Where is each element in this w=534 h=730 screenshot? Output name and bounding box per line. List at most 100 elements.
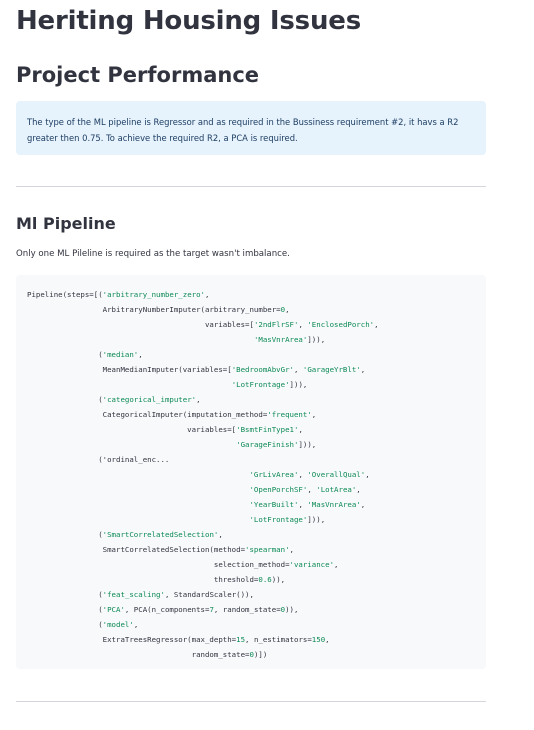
code-string: 'MasVnrArea' [307,500,361,509]
code-string: 'frequent' [267,410,312,419]
code-text: ])), [307,335,326,344]
code-line: ('median', [27,347,486,362]
code-text: ( [27,350,103,359]
code-line: ExtraTreesRegressor(max_depth=15, n_esti… [27,632,486,647]
code-text: , [365,470,370,479]
code-line: variables=['BsmtFinType1', [27,422,486,437]
divider [16,186,486,187]
code-line: ('ordinal_enc... [27,452,486,467]
code-number: 0.6 [258,575,272,584]
code-text: , [360,500,366,509]
code-string: 'BsmtFinType1' [236,425,299,434]
code-string: 'OpenPorchSF' [249,485,308,494]
code-text: ( [27,530,103,539]
code-string: 'LotFrontage' [249,515,308,524]
code-string: 'variance' [289,560,335,569]
code-text: , [293,365,303,374]
code-text: )), [271,575,286,584]
code-string: 'GrLivArea' [249,470,299,479]
code-text: , [133,620,139,629]
code-text: CategoricalImputer(imputation_method= [27,410,268,419]
code-text: ( [27,395,103,404]
code-text: , [334,560,339,569]
code-text: , [311,410,317,419]
code-line: threshold=0.6)), [27,572,486,587]
code-line: 'YearBuilt', 'MasVnrArea', [27,497,486,512]
code-text: , [325,635,330,644]
code-number: 150 [311,635,326,644]
code-text: ExtraTreesRegressor(max_depth= [27,635,237,644]
code-string: 'OverallQual' [307,470,366,479]
code-string: 'EnclosedPorch' [307,320,375,329]
code-text: , [218,530,223,539]
code-line: 'LotFrontage'])), [27,377,486,392]
code-line: MeanMedianImputer(variables=['BedroomAbv… [27,362,486,377]
pipeline-heading: Ml Pipeline [16,214,116,233]
code-text: MeanMedianImputer(variables=[ [27,365,232,374]
code-text: , [374,320,379,329]
code-text: , random_state= [213,605,281,614]
code-line: ('PCA', PCA(n_components=7, random_state… [27,602,486,617]
code-string: '2ndFlrSF' [253,320,299,329]
code-line: 'GrLivArea', 'OverallQual', [27,467,486,482]
code-string: 'model' [102,620,134,629]
code-text: , [298,470,308,479]
code-line: ('categorical_imputer', [27,392,486,407]
code-line: ('model', [27,617,486,632]
code-text: selection_method= [27,560,290,569]
code-line: CategoricalImputer(imputation_method='fr… [27,407,486,422]
code-text: variables=[ [27,320,254,329]
code-string: 'SmartCorrelatedSelection' [102,530,219,539]
code-line: ArbitraryNumberImputer(arbitrary_number=… [27,302,486,317]
code-text: , [196,395,201,404]
code-text: , [298,425,303,434]
code-text: , [289,545,294,554]
code-string: 'LotFrontage' [231,380,290,389]
code-string: 'BedroomAbvGr' [231,365,294,374]
code-string: 'MasVnrArea' [253,335,308,344]
code-text: , [298,500,308,509]
code-string: 'GarageYrBlt' [302,365,361,374]
code-text: SmartCorrelatedSelection(method= [27,545,246,554]
code-text: ('ordinal_enc... [27,455,170,464]
code-string: 'PCA' [102,605,125,614]
divider [16,701,486,702]
code-text: , n_estimators= [245,635,312,644]
code-line: 'LotFrontage'])), [27,512,486,527]
code-text: , [356,485,361,494]
code-text: , [360,365,366,374]
code-text: ])), [298,440,317,449]
pipeline-caption: Only one ML Pileline is required as the … [16,249,290,259]
code-text: variables=[ [27,425,237,434]
code-text: , [138,350,143,359]
code-line: variables=['2ndFlrSF', 'EnclosedPorch', [27,317,486,332]
code-string: 'GarageFinish' [236,440,299,449]
code-string: 'spearman' [245,545,290,554]
code-text: ])), [307,515,326,524]
code-text: ( [27,605,103,614]
code-string: 'LotArea' [316,485,357,494]
code-line: selection_method='variance', [27,557,486,572]
code-text: ( [27,620,103,629]
code-text: ( [27,590,103,599]
code-text: )), [285,605,299,614]
code-text: random_state= [27,650,250,659]
code-text: , [307,485,317,494]
code-block[interactable]: Pipeline(steps=[('arbitrary_number_zero'… [16,275,486,669]
code-line: SmartCorrelatedSelection(method='spearma… [27,542,486,557]
code-text: threshold= [27,575,259,584]
code-line: random_state=0)]) [27,647,486,662]
info-alert: The type of the ML pipeline is Regressor… [16,101,486,155]
code-text: , PCA(n_components= [124,605,210,614]
code-text: , [285,305,290,314]
code-string: 'arbitrary_number_zero' [102,290,205,299]
info-alert-text: The type of the ML pipeline is Regressor… [27,117,459,143]
code-text: Pipeline(steps=[( [27,290,103,299]
code-line: ('SmartCorrelatedSelection', [27,527,486,542]
